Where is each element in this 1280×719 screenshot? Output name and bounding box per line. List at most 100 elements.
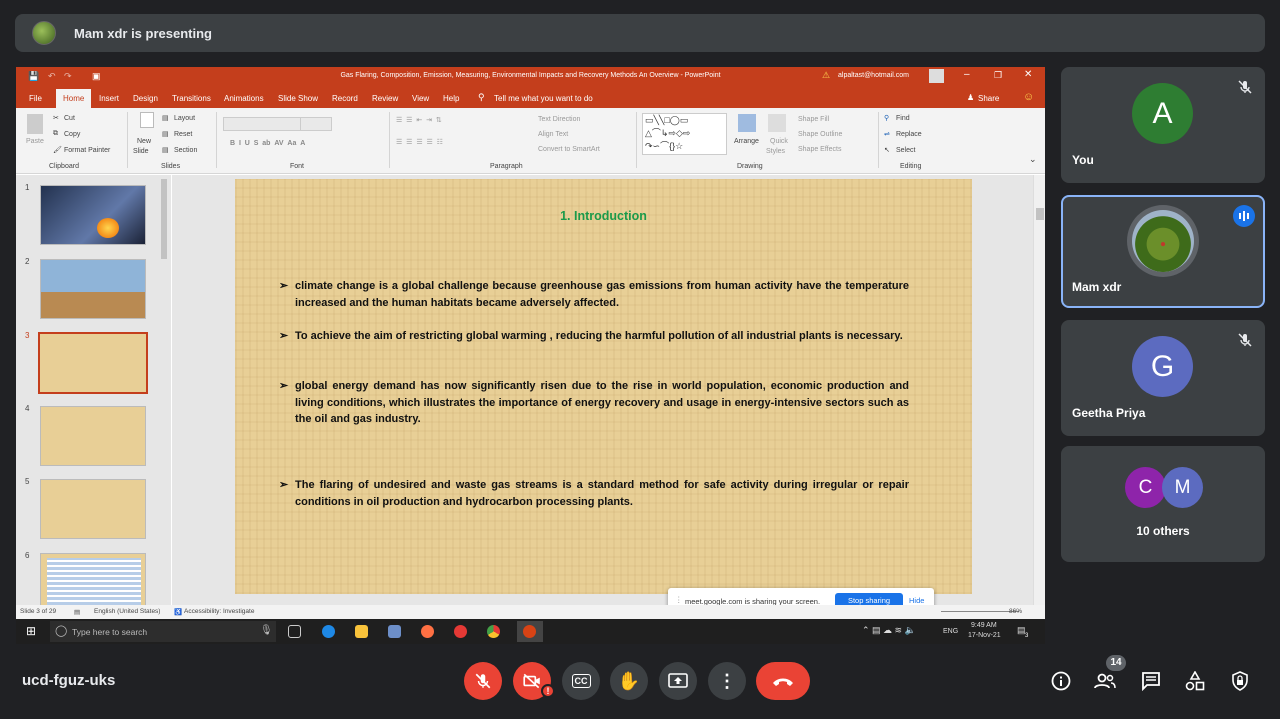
paste-icon[interactable] (27, 114, 43, 134)
list-icons[interactable]: ☰ ☰ ⇤ ⇥ ⇅ (396, 116, 442, 124)
close-icon[interactable]: ✕ (1024, 69, 1032, 80)
zoom-level[interactable]: 86% (1009, 608, 1022, 615)
font-size-box[interactable] (300, 117, 332, 131)
participant-tile-you[interactable]: A You (1061, 67, 1265, 183)
smiley-icon[interactable]: ☺ (1023, 91, 1034, 103)
section-button[interactable]: Section (174, 147, 197, 154)
quick-styles-label[interactable]: Quick (770, 138, 788, 145)
replace-button[interactable]: Replace (896, 131, 922, 138)
thumb-slide-2[interactable] (40, 259, 146, 319)
quick-styles-label2[interactable]: Styles (766, 148, 785, 155)
slide-thumbnails[interactable]: 1 2 3 4 5 6 (16, 175, 171, 613)
thumb-slide-6[interactable] (40, 553, 146, 613)
participant-tile-others[interactable]: C M 10 others (1061, 446, 1265, 562)
thumbs-scrollbar[interactable] (160, 175, 168, 605)
edge-icon[interactable] (322, 625, 335, 638)
tab-insert[interactable]: Insert (99, 94, 119, 103)
quick-styles-icon[interactable] (768, 114, 786, 132)
mic-toggle-button[interactable] (464, 662, 502, 700)
thumb-slide-5[interactable] (40, 479, 146, 539)
opera-icon[interactable] (454, 625, 467, 638)
convert-smartart-button[interactable]: Convert to SmartArt (538, 146, 600, 153)
accessibility-icon[interactable]: ♿ (174, 608, 182, 616)
meeting-details-button[interactable] (1050, 670, 1072, 692)
font-name-box[interactable] (223, 117, 301, 131)
host-controls-button[interactable] (1229, 670, 1251, 692)
tab-animations[interactable]: Animations (224, 94, 264, 103)
tab-review[interactable]: Review (372, 94, 398, 103)
new-slide-icon[interactable] (140, 112, 154, 128)
windows-start-icon[interactable]: ⊞ (26, 625, 39, 638)
hide-button[interactable]: Hide (909, 596, 924, 605)
tab-design[interactable]: Design (133, 94, 158, 103)
tray-icons[interactable]: ⌃ ▤ ☁ ≋ 🔈 (862, 625, 916, 636)
store-icon[interactable] (388, 625, 401, 638)
tab-transitions[interactable]: Transitions (172, 94, 211, 103)
font-format-icons[interactable]: B I U S ab AV Aa A (230, 140, 305, 147)
tab-file[interactable]: File (29, 94, 42, 103)
taskbar-search[interactable]: ◯ Type here to search 🎙 (50, 621, 276, 642)
arrange-icon[interactable] (738, 114, 756, 132)
zoom-slider[interactable] (941, 611, 1019, 612)
raise-hand-button[interactable]: ✋ (610, 662, 648, 700)
input-language[interactable]: ENG (943, 628, 958, 635)
firefox-icon[interactable] (421, 625, 434, 638)
align-icons[interactable]: ☰ ☰ ☰ ☰ ☷ (396, 138, 443, 146)
slide-scrollbar[interactable] (1033, 175, 1045, 605)
clock-date[interactable]: 17-Nov-21 (968, 632, 1001, 639)
minimize-icon[interactable]: – (964, 69, 970, 80)
copy-button[interactable]: Copy (64, 131, 80, 138)
camera-toggle-button[interactable]: ! (513, 662, 555, 700)
chat-button[interactable] (1140, 670, 1162, 692)
thumb-slide-3[interactable] (38, 332, 148, 394)
drag-handle-icon[interactable]: ⋮ (675, 595, 683, 604)
format-painter-button[interactable]: Format Painter (64, 147, 110, 154)
powerpoint-taskbar-icon[interactable] (517, 621, 543, 642)
tab-view[interactable]: View (412, 94, 429, 103)
account-avatar-icon[interactable] (929, 69, 944, 83)
activities-button[interactable] (1184, 670, 1206, 692)
cut-button[interactable]: Cut (64, 115, 75, 122)
slide-main[interactable]: 1. Introduction ➢ climate change is a glo… (235, 179, 972, 594)
tab-home[interactable]: Home (56, 89, 92, 109)
align-text-button[interactable]: Align Text (538, 131, 568, 138)
collapse-ribbon-icon[interactable]: ⌄ (1029, 154, 1037, 165)
people-button[interactable] (1094, 670, 1116, 692)
language-label[interactable]: English (United States) (94, 608, 160, 615)
select-button[interactable]: Select (896, 147, 915, 154)
participant-tile-mam-xdr[interactable]: Mam xdr (1061, 195, 1265, 308)
find-button[interactable]: Find (896, 115, 910, 122)
accessibility-label[interactable]: Accessibility: Investigate (184, 608, 254, 615)
new-slide-label2[interactable]: Slide (133, 148, 149, 155)
mic-icon[interactable]: 🎙 (260, 625, 273, 636)
task-view-icon[interactable] (288, 625, 301, 638)
tell-me-box[interactable]: Tell me what you want to do (494, 94, 593, 103)
spellcheck-icon[interactable]: ▤ (74, 608, 80, 616)
thumb-slide-1[interactable] (40, 185, 146, 245)
shape-effects-button[interactable]: Shape Effects (798, 146, 841, 153)
participant-tile-geetha[interactable]: G Geetha Priya (1061, 320, 1265, 436)
shapes-gallery[interactable]: ▭╲╲□◯▭ △⌒↳⇨◇⇨ ↷∽⌒{}☆ (642, 113, 727, 155)
tab-help[interactable]: Help (443, 94, 459, 103)
shape-fill-button[interactable]: Shape Fill (798, 116, 829, 123)
more-options-button[interactable]: ⋮ (708, 662, 746, 700)
leave-call-button[interactable] (756, 662, 810, 700)
text-direction-button[interactable]: Text Direction (538, 116, 580, 123)
account-email: alpaltast@hotmail.com (838, 72, 909, 79)
arrange-button[interactable]: Arrange (734, 138, 759, 145)
maximize-icon[interactable]: ❐ (994, 70, 1002, 81)
new-slide-label[interactable]: New (137, 138, 151, 145)
captions-button[interactable]: CC (562, 662, 600, 700)
tab-record[interactable]: Record (332, 94, 358, 103)
reset-button[interactable]: Reset (174, 131, 192, 138)
file-explorer-icon[interactable] (355, 625, 368, 638)
shape-outline-button[interactable]: Shape Outline (798, 131, 842, 138)
present-now-button[interactable] (659, 662, 697, 700)
layout-button[interactable]: Layout (174, 115, 195, 122)
clock-time[interactable]: 9:49 AM (971, 622, 997, 629)
tab-slideshow[interactable]: Slide Show (278, 94, 318, 103)
paste-button[interactable]: Paste (26, 138, 44, 145)
thumb-slide-4[interactable] (40, 406, 146, 466)
chrome-icon[interactable] (487, 625, 500, 638)
share-button[interactable]: Share (978, 94, 999, 103)
